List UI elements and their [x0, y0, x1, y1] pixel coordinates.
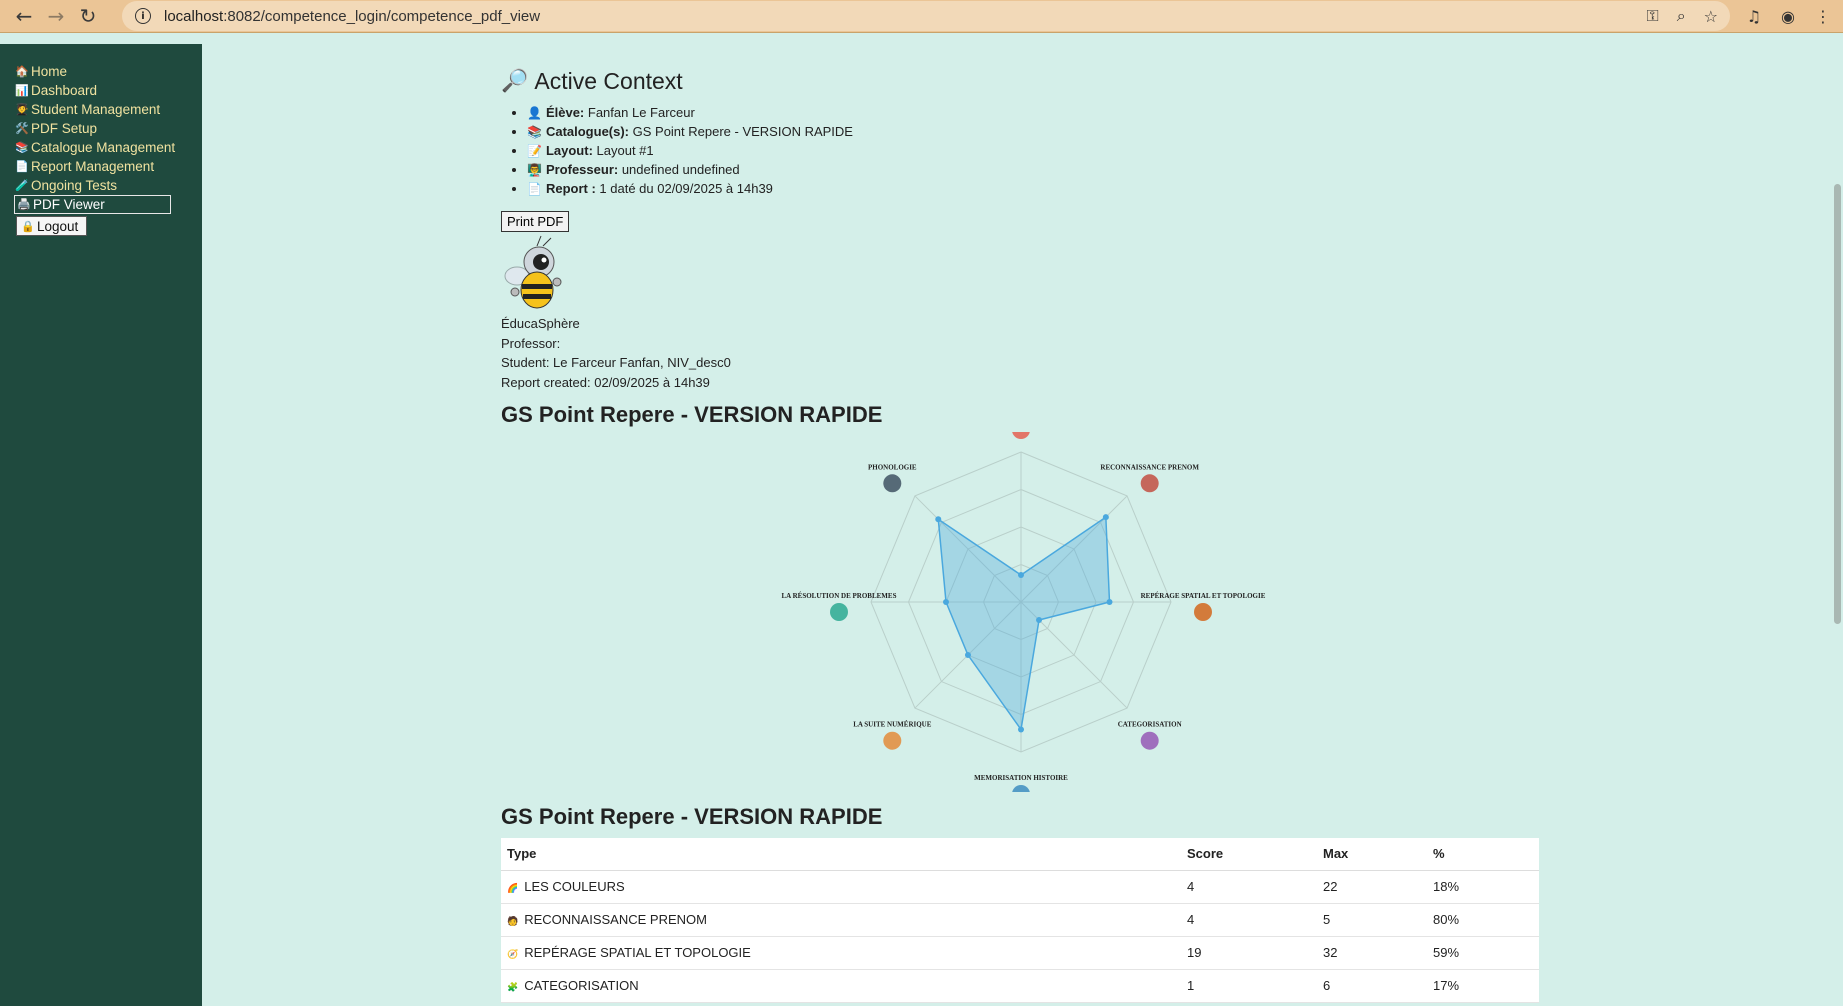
main-content: 🔎 Active Context 👤Élève: Fanfan Le Farce…: [501, 44, 1541, 1003]
logout-button[interactable]: 🔒 Logout: [16, 216, 87, 236]
sidebar-item-pdf-viewer[interactable]: 🖨️ PDF Viewer: [14, 195, 171, 214]
context-item-catalogue: 📚Catalogue(s): GS Point Repere - VERSION…: [527, 122, 1541, 141]
context-heading: 🔎 Active Context: [501, 68, 683, 94]
page-top-strip: [0, 32, 1843, 44]
media-control-icon[interactable]: ♫: [1747, 7, 1761, 26]
table-row: 🧭 REPÉRAGE SPATIAL ET TOPOLOGIE 19 32 59%: [501, 936, 1539, 970]
table-title: GS Point Repere - VERSION RAPIDE: [501, 804, 883, 829]
sidebar-item-ongoing-tests[interactable]: 🧪 Ongoing Tests: [15, 176, 202, 195]
zoom-icon[interactable]: ⌕: [1677, 6, 1686, 26]
person-icon: 👤: [527, 106, 542, 120]
radar-data-point: [1018, 572, 1024, 578]
teacher-icon: 👨‍🏫: [527, 163, 542, 177]
radar-category-icon: [1012, 785, 1030, 803]
sidebar-item-report-management[interactable]: 📄 Report Management: [15, 157, 202, 176]
radar-data-point: [935, 516, 942, 523]
radar-category-label: PHONOLOGIE: [868, 463, 917, 471]
radar-category-label: LA RÉSOLUTION DE PROBLEMES: [782, 592, 897, 600]
chart-section-title: GS Point Repere - VERSION RAPIDE: [501, 402, 883, 427]
reload-icon[interactable]: ↻: [72, 0, 104, 32]
radar-category-icon: [883, 474, 902, 493]
student-line: Student: Le Farceur Fanfan, NIV_desc0: [501, 355, 731, 370]
radar-chart: LES COULEURSRECONNAISSANCE PRENOMREPÉRAG…: [782, 410, 1266, 803]
puzzle-icon: 🧩: [507, 983, 519, 993]
context-item-professor: 👨‍🏫Professeur: undefined undefined: [527, 160, 1541, 179]
radar-data-point: [1102, 514, 1109, 521]
back-icon[interactable]: ←: [8, 0, 40, 32]
radar-chart-container: LES COULEURSRECONNAISSANCE PRENOMREPÉRAG…: [501, 410, 1541, 803]
lock-icon: 🔒: [21, 219, 35, 233]
radar-category-label: MEMORISATION HISTOIRE: [974, 774, 1068, 782]
sidebar: 🏠 Home 📊 Dashboard 🧑‍🎓 Student Management 🛠…: [0, 44, 202, 1006]
report-created-line: Report created: 02/09/2025 à 14h39: [501, 374, 710, 390]
radar-category-icon: [1194, 603, 1212, 621]
context-list: 👤Élève: Fanfan Le Farceur 📚Catalogue(s):…: [527, 103, 1541, 198]
col-pct-header: %: [1427, 838, 1539, 871]
test-tube-icon: 🧪: [15, 179, 29, 192]
context-item-layout: 📝Layout: Layout #1: [527, 141, 1541, 160]
radar-category-icon: [1140, 731, 1159, 750]
child-icon: 🧑: [507, 917, 519, 927]
house-icon: 🏠: [15, 65, 29, 78]
table-row: 🌈 LES COULEURS 4 22 18%: [501, 870, 1539, 904]
scores-table: Type Score Max % 🌈 LES COULEURS 4 22 18% …: [501, 838, 1539, 1003]
radar-category-label: LA SUITE NUMÉRIQUE: [853, 721, 932, 729]
bookmark-star-icon[interactable]: ☆: [1704, 7, 1718, 26]
radar-data-point: [1036, 617, 1043, 624]
professor-line: Professor:: [501, 335, 561, 351]
school-name: ÉducaSphère: [501, 316, 580, 331]
profile-avatar-icon[interactable]: ◉: [1781, 7, 1795, 26]
radar-category-icon: [830, 603, 848, 621]
forward-icon[interactable]: →: [40, 0, 72, 32]
bee-robot-logo: [501, 234, 567, 314]
books-icon: 📚: [527, 125, 542, 139]
context-item-student: 👤Élève: Fanfan Le Farceur: [527, 103, 1541, 122]
radar-data-point: [964, 652, 971, 659]
table-row: 🧩 CATEGORISATION 1 6 17%: [501, 969, 1539, 1003]
sidebar-item-student-management[interactable]: 🧑‍🎓 Student Management: [15, 100, 202, 119]
radar-data-point: [943, 599, 949, 605]
compass-icon: 🧭: [507, 950, 519, 960]
site-info-icon[interactable]: i: [130, 8, 156, 24]
radar-category-icon: [1140, 474, 1159, 493]
chart-icon: 📊: [15, 84, 29, 97]
col-score-header: Score: [1181, 838, 1317, 871]
col-max-header: Max: [1317, 838, 1427, 871]
rainbow-icon: 🌈: [507, 884, 519, 894]
url-text: localhost:8082/competence_login/competen…: [164, 7, 541, 25]
radar-data-point: [1106, 599, 1113, 605]
memo-icon: 📝: [527, 144, 542, 158]
radar-category-label: CATEGORISATION: [1118, 721, 1182, 729]
magnifier-icon: 🔎: [501, 69, 529, 94]
radar-category-icon: [1012, 421, 1030, 439]
document-icon: 📄: [527, 182, 542, 196]
print-pdf-button[interactable]: Print PDF: [501, 211, 570, 232]
password-key-icon[interactable]: ⚿: [1647, 6, 1659, 26]
radar-data-point: [1018, 726, 1024, 733]
radar-series-area: [937, 515, 1111, 732]
radar-category-label: REPÉRAGE SPATIAL ET TOPOLOGIE: [1141, 592, 1266, 600]
vertical-scrollbar[interactable]: [1831, 44, 1843, 1006]
scrollbar-thumb[interactable]: [1834, 184, 1841, 624]
student-icon: 🧑‍🎓: [15, 103, 29, 116]
browser-toolbar: ← → ↻ i localhost:8082/competence_login/…: [0, 0, 1843, 32]
document-icon: 📄: [15, 160, 29, 173]
sidebar-item-catalogue-management[interactable]: 📚 Catalogue Management: [15, 138, 202, 157]
tools-icon: 🛠️: [15, 122, 29, 135]
radar-category-label: RECONNAISSANCE PRENOM: [1100, 463, 1199, 471]
sidebar-item-pdf-setup[interactable]: 🛠️ PDF Setup: [15, 119, 202, 138]
radar-category-icon: [883, 731, 902, 750]
menu-kebab-icon[interactable]: ⋮: [1815, 7, 1831, 26]
printer-icon: 🖨️: [17, 198, 31, 211]
books-icon: 📚: [15, 141, 29, 154]
sidebar-item-home[interactable]: 🏠 Home: [15, 62, 202, 81]
col-type-header: Type: [501, 838, 1181, 871]
address-bar[interactable]: i localhost:8082/competence_login/compet…: [122, 1, 1730, 31]
table-header-row: Type Score Max %: [501, 838, 1539, 871]
table-row: 🧑 RECONNAISSANCE PRENOM 4 5 80%: [501, 903, 1539, 937]
context-item-report: 📄Report : 1 daté du 02/09/2025 à 14h39: [527, 179, 1541, 198]
sidebar-item-dashboard[interactable]: 📊 Dashboard: [15, 81, 202, 100]
